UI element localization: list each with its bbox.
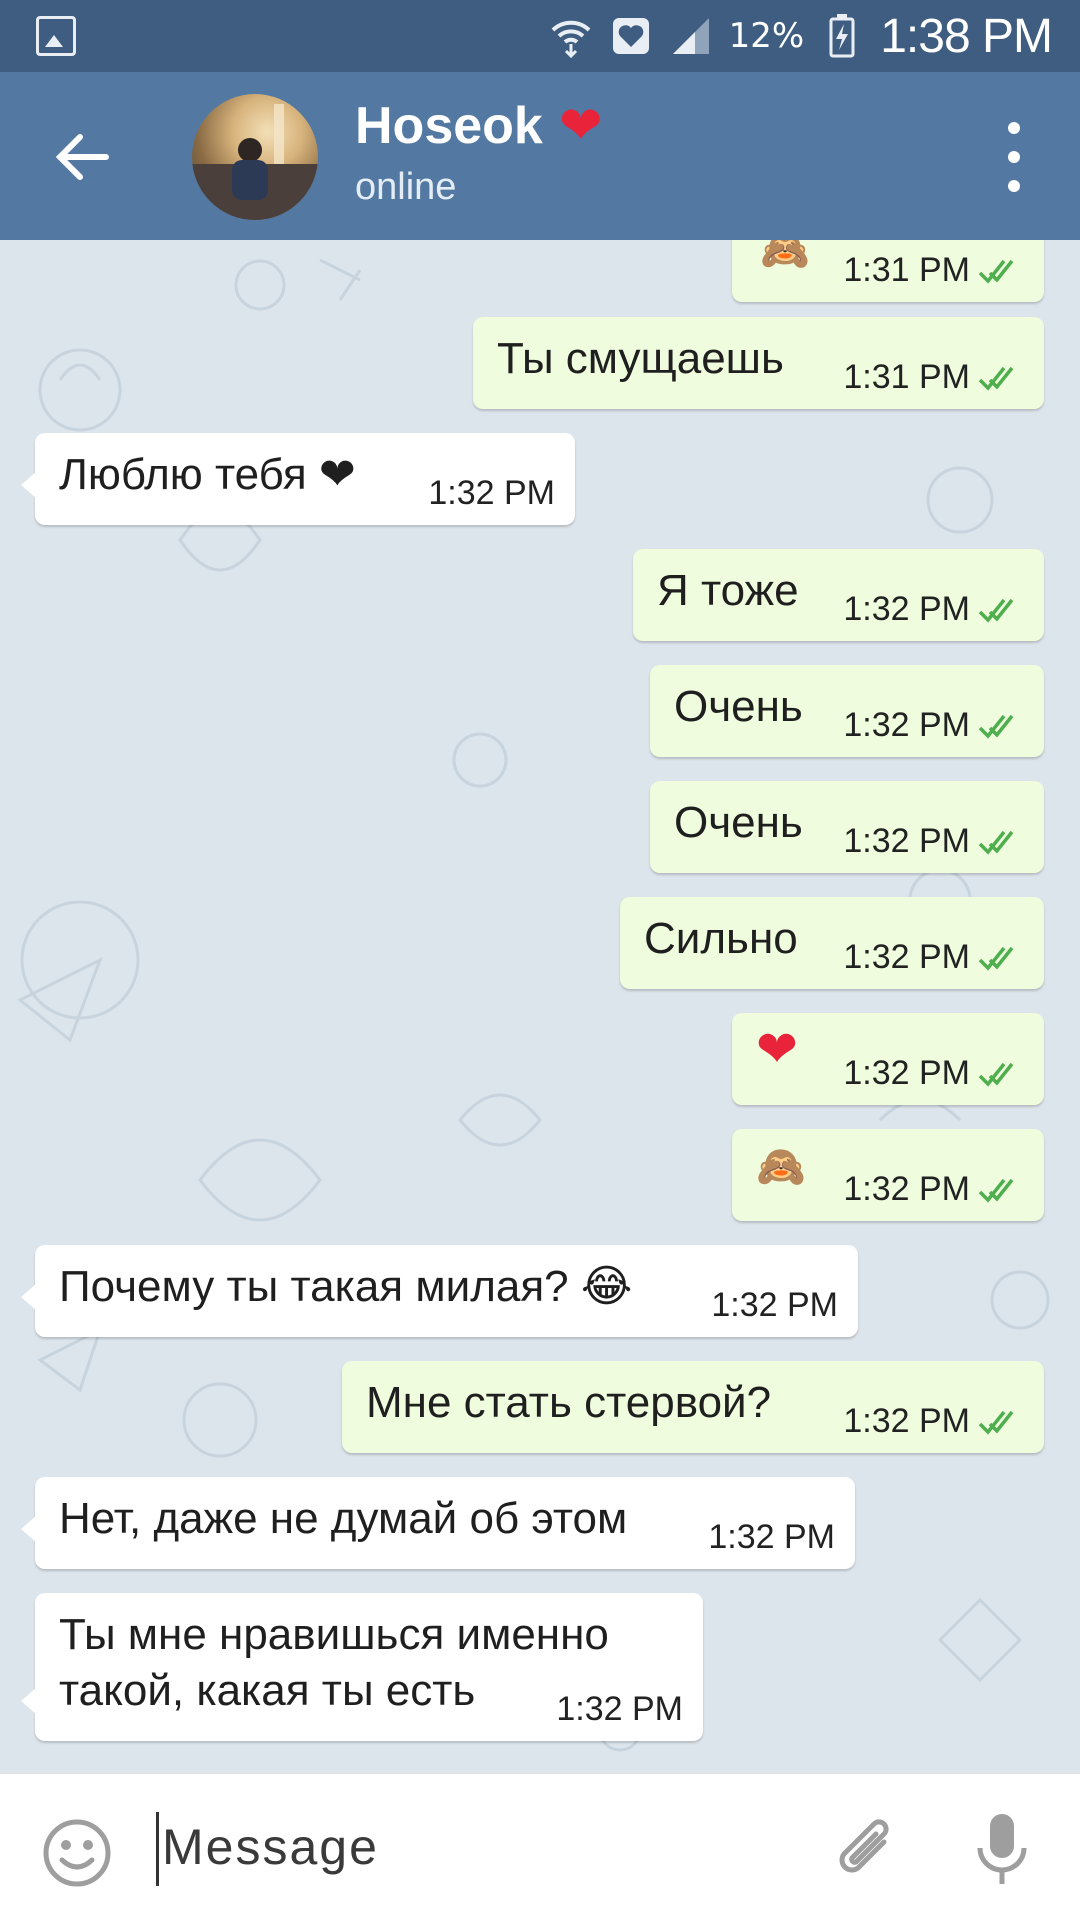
message-text: Люблю тебя ❤	[59, 450, 356, 499]
status-bar: 12% 1:38 PM	[0, 0, 1080, 72]
message-time: 1:32 PM	[708, 1518, 835, 1556]
avatar[interactable]	[192, 94, 318, 220]
message-outgoing[interactable]: Я тоже 1:32 PM	[633, 549, 1044, 641]
message-meta: 1:31 PM	[843, 251, 1026, 290]
message-incoming[interactable]: Люблю тебя ❤ 1:32 PM	[21, 433, 575, 525]
attach-icon[interactable]	[826, 1812, 906, 1892]
message-time: 1:32 PM	[843, 1402, 970, 1440]
read-checks-icon	[978, 946, 1014, 971]
gallery-icon	[36, 16, 76, 56]
message-time: 1:32 PM	[556, 1690, 683, 1728]
message-outgoing[interactable]: Ты смущаешь 1:31 PM	[473, 317, 1044, 409]
message-outgoing[interactable]: Очень 1:32 PM	[650, 665, 1044, 757]
message-time: 1:32 PM	[843, 938, 970, 976]
message-meta: 1:32 PM	[843, 822, 1026, 861]
message-time: 1:32 PM	[843, 706, 970, 744]
message-time: 1:31 PM	[843, 358, 970, 396]
message-outgoing[interactable]: 🙈 1:31 PM	[732, 240, 1044, 302]
message-text: 🙈	[760, 240, 810, 273]
message-text: Очень	[674, 682, 803, 731]
message-outgoing[interactable]: 🙈 1:32 PM	[732, 1129, 1044, 1221]
message-meta: 1:32 PM	[843, 706, 1026, 745]
message-text: 🙈	[756, 1144, 806, 1190]
message-text: Почему ты такая милая? 😂	[59, 1262, 633, 1311]
message-meta: 1:32 PM	[843, 1170, 1026, 1209]
contact-status: online	[355, 166, 457, 208]
read-checks-icon	[978, 714, 1014, 739]
more-vert-icon[interactable]	[1004, 122, 1024, 192]
message-incoming[interactable]: Почему ты такая милая? 😂 1:32 PM	[21, 1245, 858, 1337]
read-checks-icon	[978, 1062, 1014, 1087]
contact-name[interactable]: Hoseok ❤	[355, 96, 602, 156]
heart-badge-icon	[609, 14, 653, 58]
message-incoming[interactable]: Ты мне нравишься именно такой, какая ты …	[21, 1593, 703, 1741]
heart-emoji: ❤	[558, 96, 603, 156]
clock: 1:38 PM	[880, 9, 1053, 63]
message-meta: 1:32 PM	[843, 938, 1026, 977]
message-outgoing[interactable]: ❤ 1:32 PM	[732, 1013, 1044, 1105]
message-time: 1:32 PM	[843, 822, 970, 860]
message-meta: 1:32 PM	[843, 1402, 1026, 1441]
message-outgoing[interactable]: Мне стать стервой? 1:32 PM	[342, 1361, 1044, 1453]
message-input[interactable]: Message	[162, 1818, 379, 1876]
message-time: 1:32 PM	[843, 1170, 970, 1208]
message-text: Я тоже	[657, 566, 799, 615]
message-text: Ты смущаешь	[497, 334, 784, 383]
message-text: Очень	[674, 798, 803, 847]
signal-icon	[669, 14, 713, 58]
message-text: Ты мне нравишься именно такой, какая ты …	[59, 1607, 609, 1719]
message-outgoing[interactable]: Сильно 1:32 PM	[620, 897, 1044, 989]
read-checks-icon	[978, 598, 1014, 623]
message-meta: 1:32 PM	[711, 1286, 838, 1325]
message-time: 1:32 PM	[843, 590, 970, 628]
mic-icon[interactable]	[972, 1810, 1032, 1890]
message-meta: 1:32 PM	[843, 590, 1026, 629]
battery-charging-icon	[820, 14, 864, 58]
message-meta: 1:32 PM	[843, 1054, 1026, 1093]
message-composer: Message	[0, 1772, 1080, 1922]
back-arrow-icon[interactable]	[48, 122, 118, 192]
contact-name-text: Hoseok	[355, 97, 543, 155]
message-text: Мне стать стервой?	[366, 1378, 772, 1427]
message-outgoing[interactable]: Очень 1:32 PM	[650, 781, 1044, 873]
status-icons: 12% 1:38 PM	[549, 8, 1053, 64]
message-time: 1:32 PM	[711, 1286, 838, 1324]
read-checks-icon	[978, 259, 1014, 284]
text-cursor	[156, 1812, 159, 1886]
message-text: Сильно	[644, 914, 798, 963]
message-text: ❤	[756, 1020, 798, 1078]
message-time: 1:32 PM	[428, 474, 555, 512]
message-meta: 1:32 PM	[708, 1518, 835, 1557]
message-time: 1:32 PM	[843, 1054, 970, 1092]
message-incoming[interactable]: Нет, даже не думай об этом 1:32 PM	[21, 1477, 855, 1569]
wifi-icon	[549, 14, 593, 58]
read-checks-icon	[978, 1410, 1014, 1435]
chat-header: Hoseok ❤ online	[0, 72, 1080, 240]
read-checks-icon	[978, 366, 1014, 391]
message-list[interactable]: 🙈 1:31 PM Ты смущаешь 1:31 PM Люблю тебя…	[0, 240, 1080, 1772]
message-meta: 1:32 PM	[428, 474, 555, 513]
message-meta: 1:31 PM	[843, 358, 1026, 397]
message-time: 1:31 PM	[843, 251, 970, 289]
read-checks-icon	[978, 1178, 1014, 1203]
message-text-line-2: такой, какая ты есть	[59, 1666, 476, 1715]
message-text: Нет, даже не думай об этом	[59, 1494, 628, 1543]
message-meta: 1:32 PM	[556, 1690, 683, 1729]
battery-level: 12%	[728, 16, 805, 56]
read-checks-icon	[978, 830, 1014, 855]
smiley-icon[interactable]	[42, 1818, 112, 1888]
message-text-line-1: Ты мне нравишься именно	[59, 1610, 609, 1659]
